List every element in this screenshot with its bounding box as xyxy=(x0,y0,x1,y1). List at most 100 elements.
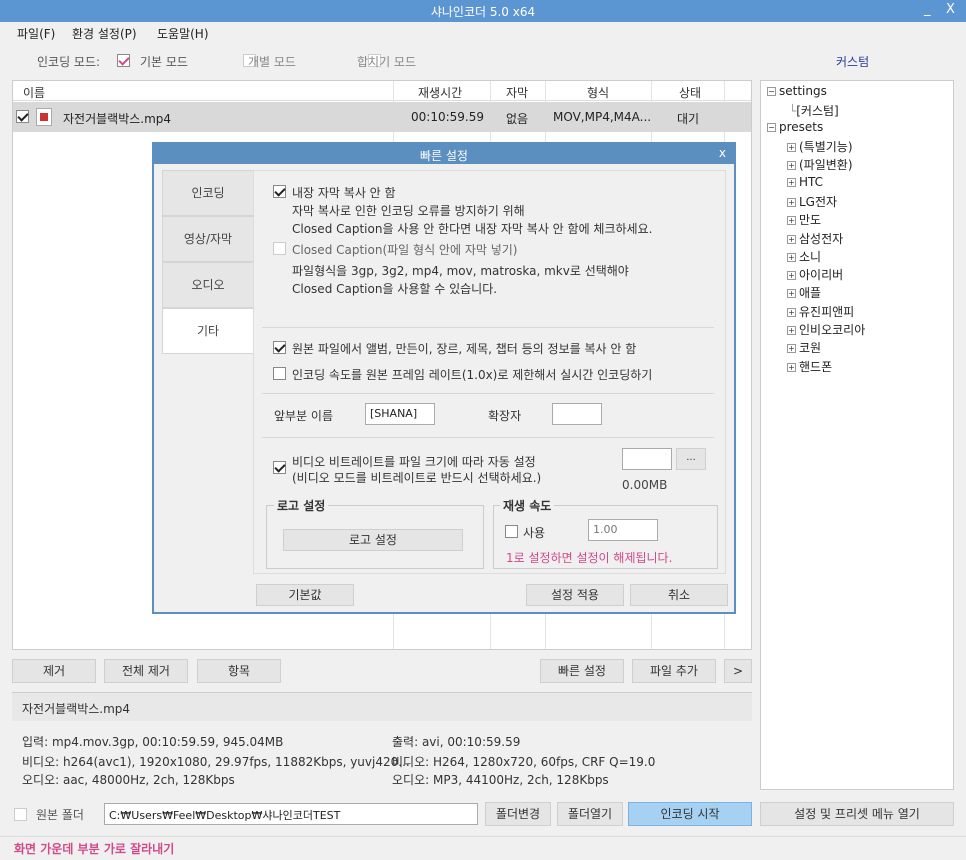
add-file-button[interactable]: 파일 추가 xyxy=(632,659,716,683)
expand-icon[interactable]: + xyxy=(787,362,796,372)
tree-preset-item[interactable]: + 애플 xyxy=(787,284,821,301)
file-size-value: 0.00MB xyxy=(622,478,668,492)
col-name[interactable]: 이름 xyxy=(23,84,45,101)
info-input-audio: 오디오: aac, 48000Hz, 2ch, 128Kbps xyxy=(22,773,235,787)
open-folder-button[interactable]: 폴더열기 xyxy=(557,802,623,826)
table-row[interactable]: 자전거블랙박스.mp4 00:10:59.59 없음 MOV,MP4,M4A..… xyxy=(13,102,751,132)
tab-encoding[interactable]: 인코딩 xyxy=(162,170,254,216)
tree-preset-item[interactable]: + 소니 xyxy=(787,248,821,265)
logo-group-title: 로고 설정 xyxy=(274,497,329,514)
dialog-tabs: 인코딩 영상/자막 오디오 기타 xyxy=(162,170,254,356)
custom-label[interactable]: 커스텀 xyxy=(836,53,869,70)
source-folder-checkbox[interactable] xyxy=(14,808,27,821)
tree-preset-item[interactable]: + 아이리버 xyxy=(787,266,843,283)
expand-icon[interactable]: + xyxy=(787,161,796,171)
info-output-video: 비디오: H264, 1280x720, 60fps, CRF Q=19.0 xyxy=(392,755,656,769)
expand-icon[interactable]: + xyxy=(787,252,796,262)
extension-input[interactable] xyxy=(552,403,602,425)
remove-button[interactable]: 제거 xyxy=(12,659,96,683)
logo-settings-button[interactable]: 로고 설정 xyxy=(283,529,463,551)
basic-mode-label: 기본 모드 xyxy=(140,55,188,69)
expand-icon[interactable]: + xyxy=(787,271,796,281)
items-button[interactable]: 항목 xyxy=(197,659,281,683)
tree-preset-item[interactable]: + 핸드폰 xyxy=(787,358,832,375)
speed-group-title: 재생 속도 xyxy=(500,497,555,514)
dialog-close-button[interactable]: x xyxy=(719,146,726,160)
expand-icon[interactable]: + xyxy=(787,216,796,226)
col-status[interactable]: 상태 xyxy=(679,84,701,101)
cancel-button[interactable]: 취소 xyxy=(630,584,728,606)
status-text: 화면 가운데 부분 가로 잘라내기 xyxy=(14,842,175,856)
row-subtitle: 없음 xyxy=(506,112,529,126)
tab-etc[interactable]: 기타 xyxy=(162,308,254,354)
row-duration: 00:10:59.59 xyxy=(411,110,484,124)
minimize-button[interactable]: _ xyxy=(924,2,931,17)
source-folder-label: 원본 폴더 xyxy=(36,808,84,822)
window-title: 샤나인코더 5.0 x64 xyxy=(430,5,536,19)
menu-settings[interactable]: 환경 설정(P) xyxy=(72,25,137,42)
tree-preset-item[interactable]: + 유진피앤피 xyxy=(787,303,854,320)
closed-caption-checkbox[interactable] xyxy=(273,242,286,255)
expand-icon[interactable]: + xyxy=(787,307,796,317)
expand-icon[interactable]: + xyxy=(787,234,796,244)
col-duration[interactable]: 재생시간 xyxy=(418,84,462,101)
prefix-input[interactable]: [SHANA] xyxy=(365,403,435,425)
file-size-input[interactable] xyxy=(622,448,672,470)
tree-preset-item[interactable]: + 만도 xyxy=(787,211,821,228)
col-format[interactable]: 형식 xyxy=(587,84,609,101)
basic-mode-checkbox[interactable] xyxy=(117,54,130,67)
folder-path-input[interactable]: C:₩Users₩Feel₩Desktop₩샤나인코더TEST xyxy=(104,803,478,825)
expand-icon[interactable]: + xyxy=(787,326,796,335)
close-button[interactable]: X xyxy=(946,2,955,17)
settings-menu-button[interactable]: 설정 및 프리셋 메뉴 열기 xyxy=(760,802,954,826)
tree-presets[interactable]: − presets xyxy=(767,120,823,134)
start-encoding-button[interactable]: 인코딩 시작 xyxy=(628,802,752,826)
menu-file[interactable]: 파일(F) xyxy=(17,25,55,42)
tree-settings[interactable]: − settings xyxy=(767,84,827,98)
more-button[interactable]: > xyxy=(724,659,752,683)
speed-input[interactable]: 1.00 xyxy=(588,519,658,541)
auto-bitrate-checkbox[interactable] xyxy=(273,461,286,474)
tree-preset-item[interactable]: + LG전자 xyxy=(787,193,837,210)
opt-no-metadata-checkbox[interactable] xyxy=(273,341,286,354)
tree-preset-item[interactable]: + (특별기능) xyxy=(787,138,853,155)
menu-help[interactable]: 도움말(H) xyxy=(157,25,209,42)
merge-mode-label: 합치기 모드 xyxy=(357,55,417,69)
opt-realtime-checkbox[interactable] xyxy=(273,367,286,380)
tab-video-subtitle[interactable]: 영상/자막 xyxy=(162,216,254,262)
apply-button[interactable]: 설정 적용 xyxy=(526,584,624,606)
tree-preset-item[interactable]: + 인비오코리아 xyxy=(787,321,865,338)
tree-preset-item[interactable]: + (파일변환) xyxy=(787,156,853,173)
tree-preset-item[interactable]: + 삼성전자 xyxy=(787,230,843,247)
change-folder-button[interactable]: 폴더변경 xyxy=(485,802,551,826)
title-bar: 샤나인코더 5.0 x64 _ X xyxy=(0,0,966,22)
expand-icon[interactable]: + xyxy=(787,344,796,354)
tab-audio[interactable]: 오디오 xyxy=(162,262,254,308)
remove-all-button[interactable]: 전체 제거 xyxy=(104,659,188,683)
status-bar: 화면 가운데 부분 가로 잘라내기 xyxy=(0,836,966,860)
info-input-video: 비디오: h264(avc1), 1920x1080, 29.97fps, 11… xyxy=(22,755,410,769)
row-name: 자전거블랙박스.mp4 xyxy=(63,112,172,126)
default-button[interactable]: 기본값 xyxy=(256,584,354,606)
preset-tree: − settings └[커스텀] − presets + (특별기능) + (파일변환)… xyxy=(760,80,954,790)
table-header: 이름 재생시간 자막 형식 상태 xyxy=(13,81,751,101)
quick-settings-button[interactable]: 빠른 설정 xyxy=(540,659,624,683)
extension-label: 확장자 xyxy=(488,409,522,423)
opt-realtime-label: 인코딩 속도를 원본 프레임 레이트(1.0x)로 제한해서 실시간 인코딩하기 xyxy=(292,368,653,382)
expand-icon[interactable]: + xyxy=(787,143,796,152)
opt-no-subtitle-checkbox[interactable] xyxy=(273,185,286,198)
video-file-icon xyxy=(36,108,52,126)
speed-use-checkbox[interactable] xyxy=(505,525,518,538)
tree-preset-item[interactable]: + 코원 xyxy=(787,339,821,356)
tree-preset-item[interactable]: + HTC xyxy=(787,175,823,189)
auto-bitrate-desc: (비디오 모드를 비트레이트로 반드시 선택하세요.) xyxy=(292,471,542,485)
expand-icon[interactable]: + xyxy=(787,197,796,207)
browse-button[interactable]: ... xyxy=(676,448,706,470)
tree-custom[interactable]: └[커스텀] xyxy=(789,102,839,119)
expand-icon[interactable]: + xyxy=(787,177,796,187)
prefix-label: 앞부분 이름 xyxy=(274,409,334,423)
expand-icon[interactable]: + xyxy=(787,289,796,299)
col-subtitle[interactable]: 자막 xyxy=(506,84,528,101)
row-checkbox[interactable] xyxy=(16,110,29,123)
dialog-panel: 내장 자막 복사 안 함 자막 복사로 인한 인코딩 오류를 방지하기 위해 C… xyxy=(253,170,726,574)
